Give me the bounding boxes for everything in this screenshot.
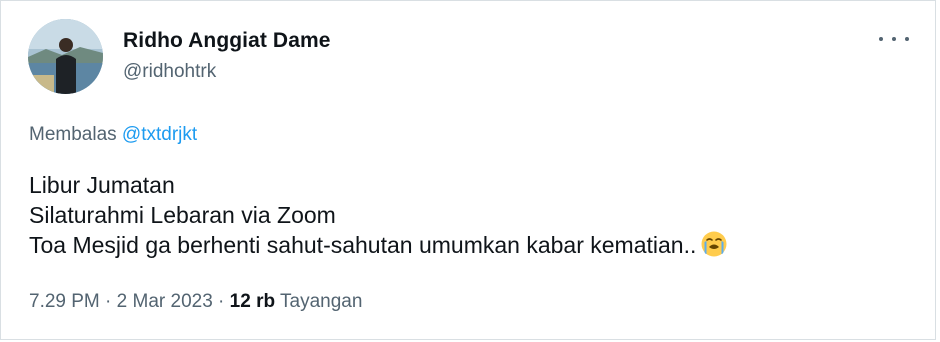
tweet-text: Libur Jumatan Silaturahmi Lebaran via Zo…: [29, 171, 728, 261]
reply-prefix: Membalas: [29, 124, 122, 145]
loudly-crying-face-emoji: [701, 231, 727, 257]
meta-separator: ·: [212, 291, 230, 312]
tweet-card[interactable]: Ridho Anggiat Dame @ridhohtrk Membalas @…: [0, 0, 936, 340]
more-horizontal-icon: [905, 37, 909, 41]
more-horizontal-icon: [879, 37, 883, 41]
tweet-line: Libur Jumatan: [29, 172, 175, 198]
tweet-time[interactable]: 7.29 PM: [29, 291, 100, 312]
tweet-line: Silaturahmi Lebaran via Zoom: [29, 201, 336, 228]
views-label: Tayangan: [275, 291, 363, 312]
author-name[interactable]: Ridho Anggiat Dame: [123, 29, 331, 53]
more-horizontal-icon: [892, 37, 896, 41]
avatar-image: [28, 19, 103, 94]
meta-separator: ·: [99, 291, 117, 312]
more-options-button[interactable]: [879, 29, 909, 49]
tweet-meta: 7.29 PM · 2 Mar 2023 · 12 rb Tayangan: [29, 291, 362, 313]
tweet-date[interactable]: 2 Mar 2023: [117, 291, 213, 312]
tweet-line: Toa Mesjid ga berhenti sahut-sahutan umu…: [29, 232, 697, 258]
author-handle[interactable]: @ridhohtrk: [123, 61, 216, 83]
avatar[interactable]: [28, 19, 103, 94]
tweet-line-with-emoji: Toa Mesjid ga berhenti sahut-sahutan umu…: [29, 230, 728, 261]
views-count: 12 rb: [229, 291, 276, 312]
reply-context: Membalas @txtdrjkt: [29, 124, 197, 146]
reply-mention-link[interactable]: @txtdrjkt: [122, 124, 197, 145]
